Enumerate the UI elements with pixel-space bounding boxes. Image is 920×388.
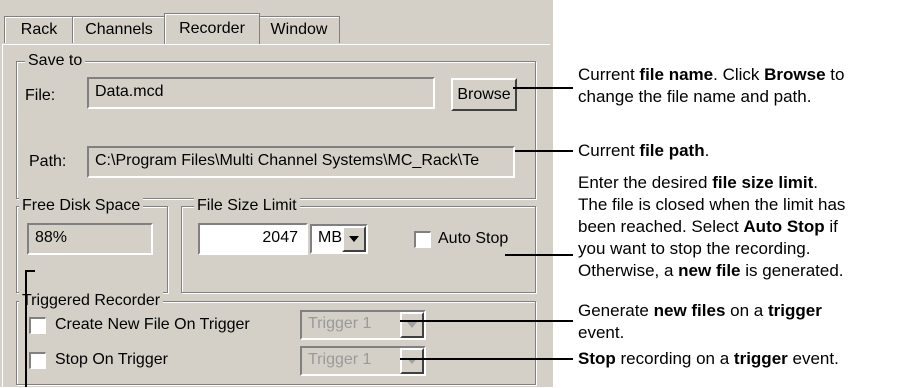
callout-line: Otherwise, a new file is generated.	[578, 260, 845, 282]
callout-text: you want to stop the recording.	[578, 239, 811, 258]
callout-text: is generated.	[740, 261, 844, 280]
leader-line-free-disk-tick	[25, 270, 35, 272]
create-new-file-on-trigger-label[interactable]: Create New File On Trigger	[55, 315, 250, 335]
leader-line-free-disk	[25, 270, 27, 387]
file-path-field: C:\Program Files\Multi Channel Systems\M…	[87, 146, 515, 178]
tab-rack[interactable]: Rack	[4, 16, 74, 43]
stop-trigger-value: Trigger 1	[308, 351, 372, 368]
callout-text: event.	[787, 349, 839, 368]
callout-emphasis: Stop	[578, 349, 616, 368]
file-size-unit-value: MB	[318, 229, 342, 246]
callout-text: on a	[725, 301, 768, 320]
callout-line: Generate new files on a trigger	[578, 300, 822, 322]
file-size-unit-select[interactable]: MB	[310, 224, 368, 254]
recorder-dialog: Rack Channels Recorder Window Save to Fi…	[0, 0, 553, 388]
callout-text: Current	[578, 141, 640, 160]
stop-trigger-select[interactable]: Trigger 1	[300, 346, 426, 376]
callout-line: Enter the desired file size limit.	[578, 172, 845, 194]
stop-on-trigger-label[interactable]: Stop On Trigger	[55, 350, 168, 370]
callout-emphasis: Browse	[764, 65, 826, 84]
tab-channels[interactable]: Channels	[72, 16, 166, 43]
file-size-limit-legend: File Size Limit	[194, 196, 300, 216]
callout-text: recording on a	[615, 349, 734, 368]
tab-window[interactable]: Window	[258, 16, 340, 43]
save-to-legend: Save to	[25, 51, 86, 71]
leader-line-file-path	[515, 150, 573, 152]
auto-stop-checkbox[interactable]	[414, 231, 431, 248]
callout-file-size-limit: Enter the desired file size limit. The fi…	[578, 172, 845, 282]
callout-new-files: Generate new files on a trigger event.	[578, 300, 822, 344]
callout-line: event.	[578, 322, 822, 344]
callout-file-name: Current file name. Click Browse to change…	[578, 64, 844, 108]
callout-emphasis: new file	[678, 261, 741, 280]
callout-emphasis: trigger	[733, 349, 788, 368]
callout-line: Current file path.	[578, 140, 709, 162]
leader-line-file-size	[505, 254, 573, 256]
callout-text: Enter the desired	[578, 173, 713, 192]
tab-body: Save to File: Data.mcd Browse Path: C:\P…	[2, 44, 550, 388]
callout-emphasis: new files	[653, 301, 726, 320]
file-size-limit-group: File Size Limit 2047 MB Auto Stop	[181, 196, 536, 293]
callout-line: you want to stop the recording.	[578, 238, 845, 260]
callout-text: Generate	[578, 301, 654, 320]
create-trigger-select[interactable]: Trigger 1	[300, 310, 426, 340]
free-disk-space-group: Free Disk Space 88%	[16, 196, 168, 293]
chevron-down-icon	[349, 236, 359, 242]
callout-emphasis: trigger	[767, 301, 822, 320]
callout-text: The file is closed when the limit has	[578, 195, 846, 214]
tab-recorder[interactable]: Recorder	[164, 13, 260, 44]
triggered-recorder-legend: Triggered Recorder	[19, 291, 164, 311]
file-label: File:	[25, 87, 56, 104]
callout-stop-recording: Stop recording on a trigger event.	[578, 348, 839, 370]
callout-text: .	[813, 173, 819, 192]
callout-text: to	[825, 65, 845, 84]
free-disk-space-legend: Free Disk Space	[19, 196, 144, 216]
save-to-group: Save to File: Data.mcd Browse Path: C:\P…	[16, 51, 536, 199]
callout-text: been reached. Select	[578, 217, 744, 236]
browse-button[interactable]: Browse	[451, 78, 517, 111]
leader-line-file-name	[513, 87, 573, 89]
stop-on-trigger-checkbox[interactable]	[29, 352, 46, 369]
file-size-input[interactable]: 2047	[198, 223, 308, 255]
callout-emphasis: file path	[639, 141, 705, 160]
free-disk-space-field: 88%	[27, 223, 153, 255]
chevron-down-icon	[407, 322, 417, 328]
callout-line: change the file name and path.	[578, 86, 844, 108]
callout-line: Current file name. Click Browse to	[578, 64, 844, 86]
leader-line-new-files	[400, 320, 573, 322]
leader-line-stop	[400, 358, 573, 360]
auto-stop-label[interactable]: Auto Stop	[438, 229, 508, 249]
callout-emphasis: file name	[639, 65, 714, 84]
tab-strip: Rack Channels Recorder Window	[0, 13, 553, 44]
file-name-field: Data.mcd	[87, 77, 435, 109]
callout-line: The file is closed when the limit has	[578, 194, 845, 216]
triggered-recorder-group: Triggered Recorder Create New File On Tr…	[16, 291, 536, 385]
callout-text: Otherwise, a	[578, 261, 679, 280]
callout-emphasis: Auto Stop	[743, 217, 825, 236]
callout-text: .	[704, 141, 710, 160]
callout-emphasis: file size limit	[712, 173, 814, 192]
create-new-file-on-trigger-checkbox[interactable]	[29, 317, 46, 334]
callout-text: if	[824, 217, 838, 236]
callout-text: . Click	[713, 65, 765, 84]
create-trigger-value: Trigger 1	[308, 315, 372, 332]
callout-text: Current	[578, 65, 640, 84]
callout-line: been reached. Select Auto Stop if	[578, 216, 845, 238]
stop-trigger-dropdown-button[interactable]	[400, 348, 424, 374]
path-label: Path:	[29, 153, 67, 170]
callout-file-path: Current file path.	[578, 140, 709, 162]
unit-dropdown-button[interactable]	[342, 226, 366, 252]
create-trigger-dropdown-button[interactable]	[400, 312, 424, 338]
callout-text: change the file name and path.	[578, 87, 812, 106]
callout-line: Stop recording on a trigger event.	[578, 348, 839, 370]
callout-text: event.	[578, 323, 625, 342]
